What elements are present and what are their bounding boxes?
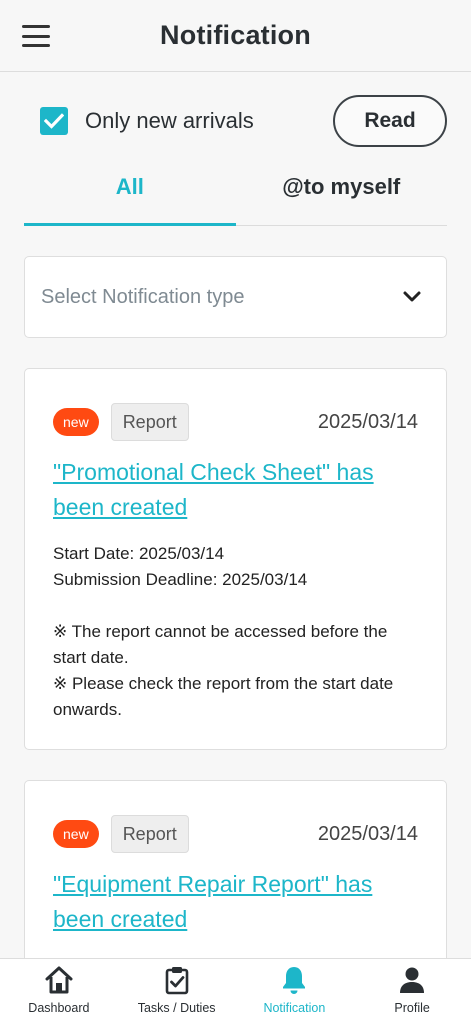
nav-notification-label: Notification <box>263 1001 326 1015</box>
report-type-badge: Report <box>110 815 189 853</box>
bottom-navigation: Dashboard Tasks / Duties Notification Pr… <box>0 958 471 1024</box>
notification-type-placeholder: Select Notification type <box>41 285 245 308</box>
person-icon <box>400 967 425 993</box>
checkmark-icon <box>44 113 64 129</box>
new-badge: new <box>53 408 99 436</box>
notification-title-link[interactable]: "Equipment Repair Report" has been creat… <box>53 867 418 937</box>
notification-date: 2025/03/14 <box>317 822 418 845</box>
notification-type-select[interactable]: Select Notification type <box>24 256 447 338</box>
nav-profile[interactable]: Profile <box>353 959 471 1024</box>
hamburger-menu-icon[interactable] <box>22 25 50 47</box>
chevron-down-icon <box>403 291 421 302</box>
new-badge: new <box>53 820 99 848</box>
nav-tasks-duties[interactable]: Tasks / Duties <box>118 959 236 1024</box>
notification-tabs: All @to myself <box>24 160 447 226</box>
app-header: Notification <box>0 0 471 72</box>
bell-icon <box>283 967 306 994</box>
nav-tasks-duties-label: Tasks / Duties <box>137 1001 216 1015</box>
notification-body: Start Date: 2025/03/14 Submission Deadli… <box>53 544 394 719</box>
nav-dashboard-label: Dashboard <box>28 1001 90 1015</box>
read-button[interactable]: Read <box>333 95 447 147</box>
nav-profile-label: Profile <box>394 1001 430 1015</box>
nav-dashboard[interactable]: Dashboard <box>0 959 118 1024</box>
report-type-badge: Report <box>110 403 189 441</box>
filter-row: Only new arrivals Read <box>40 95 447 147</box>
page-title: Notification <box>160 20 311 50</box>
tab-all[interactable]: All <box>24 160 236 226</box>
nav-notification[interactable]: Notification <box>236 959 354 1024</box>
only-new-arrivals-label: Only new arrivals <box>85 108 254 133</box>
clipboard-check-icon <box>165 967 188 995</box>
home-icon <box>45 966 73 994</box>
notification-card: new Report 2025/03/14 "Promotional Check… <box>24 368 447 750</box>
notification-card-header: new Report 2025/03/14 <box>53 403 418 441</box>
notification-date: 2025/03/14 <box>317 410 418 433</box>
only-new-arrivals-checkbox[interactable] <box>40 107 68 135</box>
notification-title-link[interactable]: "Promotional Check Sheet" has been creat… <box>53 455 418 525</box>
notification-card-header: new Report 2025/03/14 <box>53 815 418 853</box>
tab-to-myself[interactable]: @to myself <box>236 160 448 225</box>
